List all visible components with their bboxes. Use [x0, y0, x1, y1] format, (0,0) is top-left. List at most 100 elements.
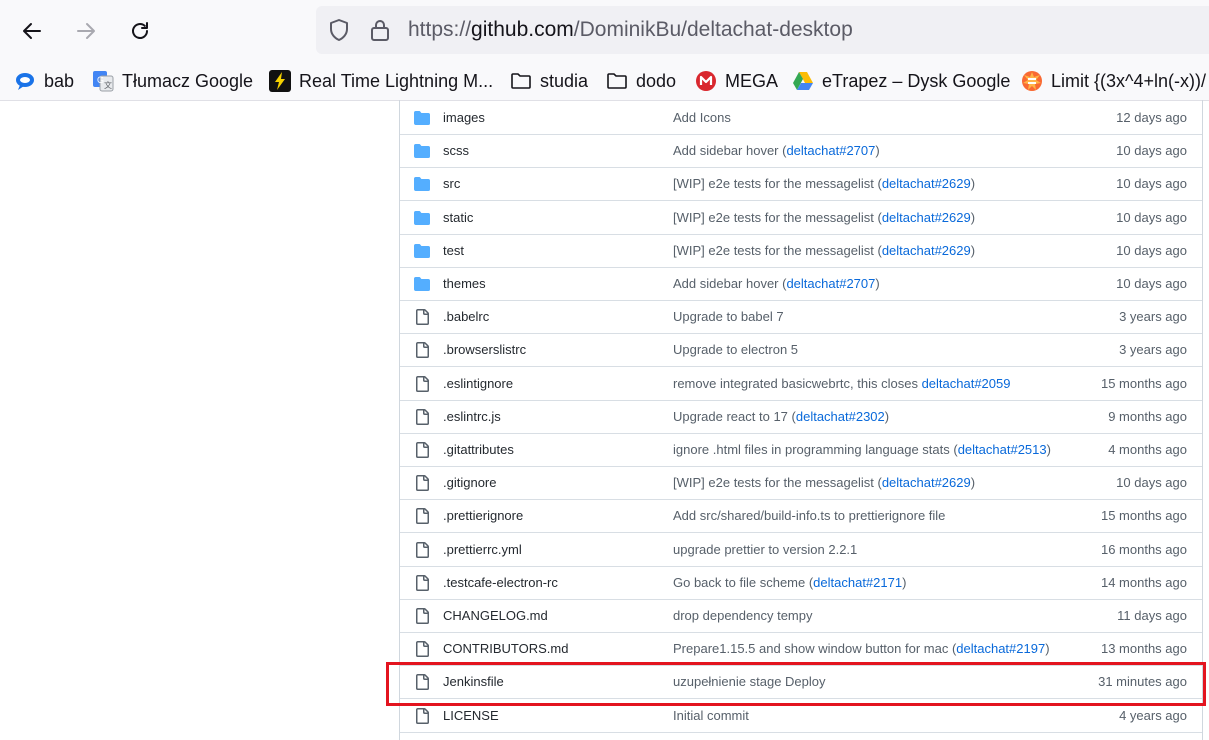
bookmark-tlumacz-google[interactable]: G文 Tłumacz Google — [92, 68, 253, 94]
commit-message-text[interactable]: [WIP] e2e tests for the messagelist ( — [673, 475, 882, 490]
commit-age[interactable]: 10 days ago — [1116, 276, 1187, 291]
file-name-link[interactable]: LICENSE — [443, 708, 499, 723]
url-text[interactable]: https://github.com/DominikBu/deltachat-d… — [408, 18, 853, 42]
commit-message-text[interactable]: [WIP] e2e tests for the messagelist ( — [673, 176, 882, 191]
commit-age[interactable]: 12 days ago — [1116, 110, 1187, 125]
commit-message-text[interactable]: Add src/shared/build-info.ts to prettier… — [673, 508, 945, 523]
commit-message-text[interactable]: Upgrade react to 17 ( — [673, 409, 796, 424]
commit-age[interactable]: 10 days ago — [1116, 176, 1187, 191]
issue-link[interactable]: deltachat#2629 — [882, 243, 971, 258]
file-name-link[interactable]: .prettierrc.yml — [443, 542, 522, 557]
issue-link[interactable]: deltachat#2629 — [882, 210, 971, 225]
commit-message[interactable]: Upgrade to babel 7 — [673, 309, 784, 324]
commit-message[interactable]: Go back to file scheme (deltachat#2171) — [673, 575, 906, 590]
commit-message[interactable]: Add sidebar hover (deltachat#2707) — [673, 276, 880, 291]
commit-age[interactable]: 15 months ago — [1101, 376, 1187, 391]
file-name-link[interactable]: scss — [443, 143, 469, 158]
bookmark-real-time-lightning[interactable]: Real Time Lightning M... — [269, 68, 493, 94]
commit-age[interactable]: 14 months ago — [1101, 575, 1187, 590]
file-name-link[interactable]: CHANGELOG.md — [443, 608, 548, 623]
commit-age[interactable]: 4 years ago — [1119, 708, 1187, 723]
commit-message-text[interactable]: Add sidebar hover ( — [673, 143, 786, 158]
file-row: .eslintrc.js Upgrade react to 17 (deltach… — [400, 400, 1202, 434]
forward-button[interactable] — [68, 13, 104, 49]
file-name-link[interactable]: test — [443, 243, 464, 258]
shield-icon[interactable] — [328, 18, 350, 42]
commit-message[interactable]: [WIP] e2e tests for the messagelist (del… — [673, 210, 975, 225]
back-button[interactable] — [14, 13, 50, 49]
commit-message[interactable]: [WIP] e2e tests for the messagelist (del… — [673, 243, 975, 258]
file-name-link[interactable]: .browserslistrc — [443, 342, 526, 357]
commit-message[interactable]: Upgrade to electron 5 — [673, 342, 798, 357]
commit-age[interactable]: 11 days ago — [1117, 608, 1187, 623]
file-name-link[interactable]: .prettierignore — [443, 508, 523, 523]
commit-age[interactable]: 3 years ago — [1119, 342, 1187, 357]
commit-message-text[interactable]: Upgrade to babel 7 — [673, 309, 784, 324]
file-name-link[interactable]: .gitattributes — [443, 442, 514, 457]
issue-link[interactable]: deltachat#2197 — [956, 641, 1045, 656]
commit-message-text[interactable]: Add Icons — [673, 110, 731, 125]
commit-message-text[interactable]: remove integrated basicwebrtc, this clos… — [673, 376, 922, 391]
file-name-link[interactable]: images — [443, 110, 485, 125]
commit-message-text[interactable]: Initial commit — [673, 708, 749, 723]
issue-link[interactable]: deltachat#2302 — [796, 409, 885, 424]
commit-message[interactable]: Prepare1.15.5 and show window button for… — [673, 641, 1050, 656]
commit-message[interactable]: Add src/shared/build-info.ts to prettier… — [673, 508, 945, 523]
file-name-link[interactable]: src — [443, 176, 460, 191]
file-name-link[interactable]: .testcafe-electron-rc — [443, 575, 558, 590]
commit-message-text[interactable]: Prepare1.15.5 and show window button for… — [673, 641, 956, 656]
bookmark-folder-studia[interactable]: studia — [510, 68, 588, 94]
commit-age[interactable]: 9 months ago — [1108, 409, 1187, 424]
bookmark-folder-dodo[interactable]: dodo — [606, 68, 676, 94]
issue-link[interactable]: deltachat#2513 — [958, 442, 1047, 457]
commit-age[interactable]: 10 days ago — [1116, 143, 1187, 158]
commit-message[interactable]: [WIP] e2e tests for the messagelist (del… — [673, 475, 975, 490]
commit-message-text[interactable]: ignore .html files in programming langua… — [673, 442, 958, 457]
file-name-link[interactable]: static — [443, 210, 473, 225]
commit-message[interactable]: drop dependency tempy — [673, 608, 812, 623]
bookmark-mega[interactable]: MEGA — [695, 68, 778, 94]
commit-message[interactable]: Add sidebar hover (deltachat#2707) — [673, 143, 880, 158]
commit-message[interactable]: upgrade prettier to version 2.2.1 — [673, 542, 857, 557]
commit-message[interactable]: Upgrade react to 17 (deltachat#2302) — [673, 409, 889, 424]
commit-age[interactable]: 3 years ago — [1119, 309, 1187, 324]
commit-message-text[interactable]: drop dependency tempy — [673, 608, 812, 623]
commit-age[interactable]: 4 months ago — [1108, 442, 1187, 457]
file-name-link[interactable]: CONTRIBUTORS.md — [443, 641, 568, 656]
issue-link[interactable]: deltachat#2629 — [882, 176, 971, 191]
commit-age[interactable]: 10 days ago — [1116, 210, 1187, 225]
bookmark-limit[interactable]: Limit {(3x^4+ln(-x))/ — [1021, 68, 1206, 94]
file-name-link[interactable]: themes — [443, 276, 486, 291]
commit-message-text[interactable]: upgrade prettier to version 2.2.1 — [673, 542, 857, 557]
bookmark-bab[interactable]: bab — [14, 68, 74, 94]
commit-age[interactable]: 15 months ago — [1101, 508, 1187, 523]
commit-age[interactable]: 16 months ago — [1101, 542, 1187, 557]
reload-button[interactable] — [122, 13, 158, 49]
commit-message-text[interactable]: Go back to file scheme ( — [673, 575, 813, 590]
file-name-link[interactable]: .eslintignore — [443, 376, 513, 391]
commit-age[interactable]: 10 days ago — [1116, 243, 1187, 258]
lock-icon[interactable] — [370, 18, 390, 42]
commit-message-text[interactable]: [WIP] e2e tests for the messagelist ( — [673, 210, 882, 225]
url-bar[interactable]: https://github.com/DominikBu/deltachat-d… — [316, 6, 1209, 54]
commit-message[interactable]: [WIP] e2e tests for the messagelist (del… — [673, 176, 975, 191]
file-row: themes Add sidebar hover (deltachat#2707)… — [400, 267, 1202, 301]
issue-link[interactable]: deltachat#2629 — [882, 475, 971, 490]
commit-message-text[interactable]: Upgrade to electron 5 — [673, 342, 798, 357]
commit-message-text[interactable]: Add sidebar hover ( — [673, 276, 786, 291]
commit-message[interactable]: Initial commit — [673, 708, 749, 723]
issue-link[interactable]: deltachat#2707 — [786, 143, 875, 158]
commit-message[interactable]: remove integrated basicwebrtc, this clos… — [673, 376, 1010, 391]
issue-link[interactable]: deltachat#2059 — [922, 376, 1011, 391]
commit-message-text[interactable]: [WIP] e2e tests for the messagelist ( — [673, 243, 882, 258]
file-name-link[interactable]: .eslintrc.js — [443, 409, 501, 424]
commit-message[interactable]: ignore .html files in programming langua… — [673, 442, 1051, 457]
issue-link[interactable]: deltachat#2171 — [813, 575, 902, 590]
commit-age[interactable]: 13 months ago — [1101, 641, 1187, 656]
file-name-link[interactable]: .babelrc — [443, 309, 489, 324]
issue-link[interactable]: deltachat#2707 — [786, 276, 875, 291]
commit-age[interactable]: 10 days ago — [1116, 475, 1187, 490]
commit-message[interactable]: Add Icons — [673, 110, 731, 125]
file-name-link[interactable]: .gitignore — [443, 475, 496, 490]
bookmark-etrapez-dysk-google[interactable]: eTrapez – Dysk Google — [792, 68, 1010, 94]
